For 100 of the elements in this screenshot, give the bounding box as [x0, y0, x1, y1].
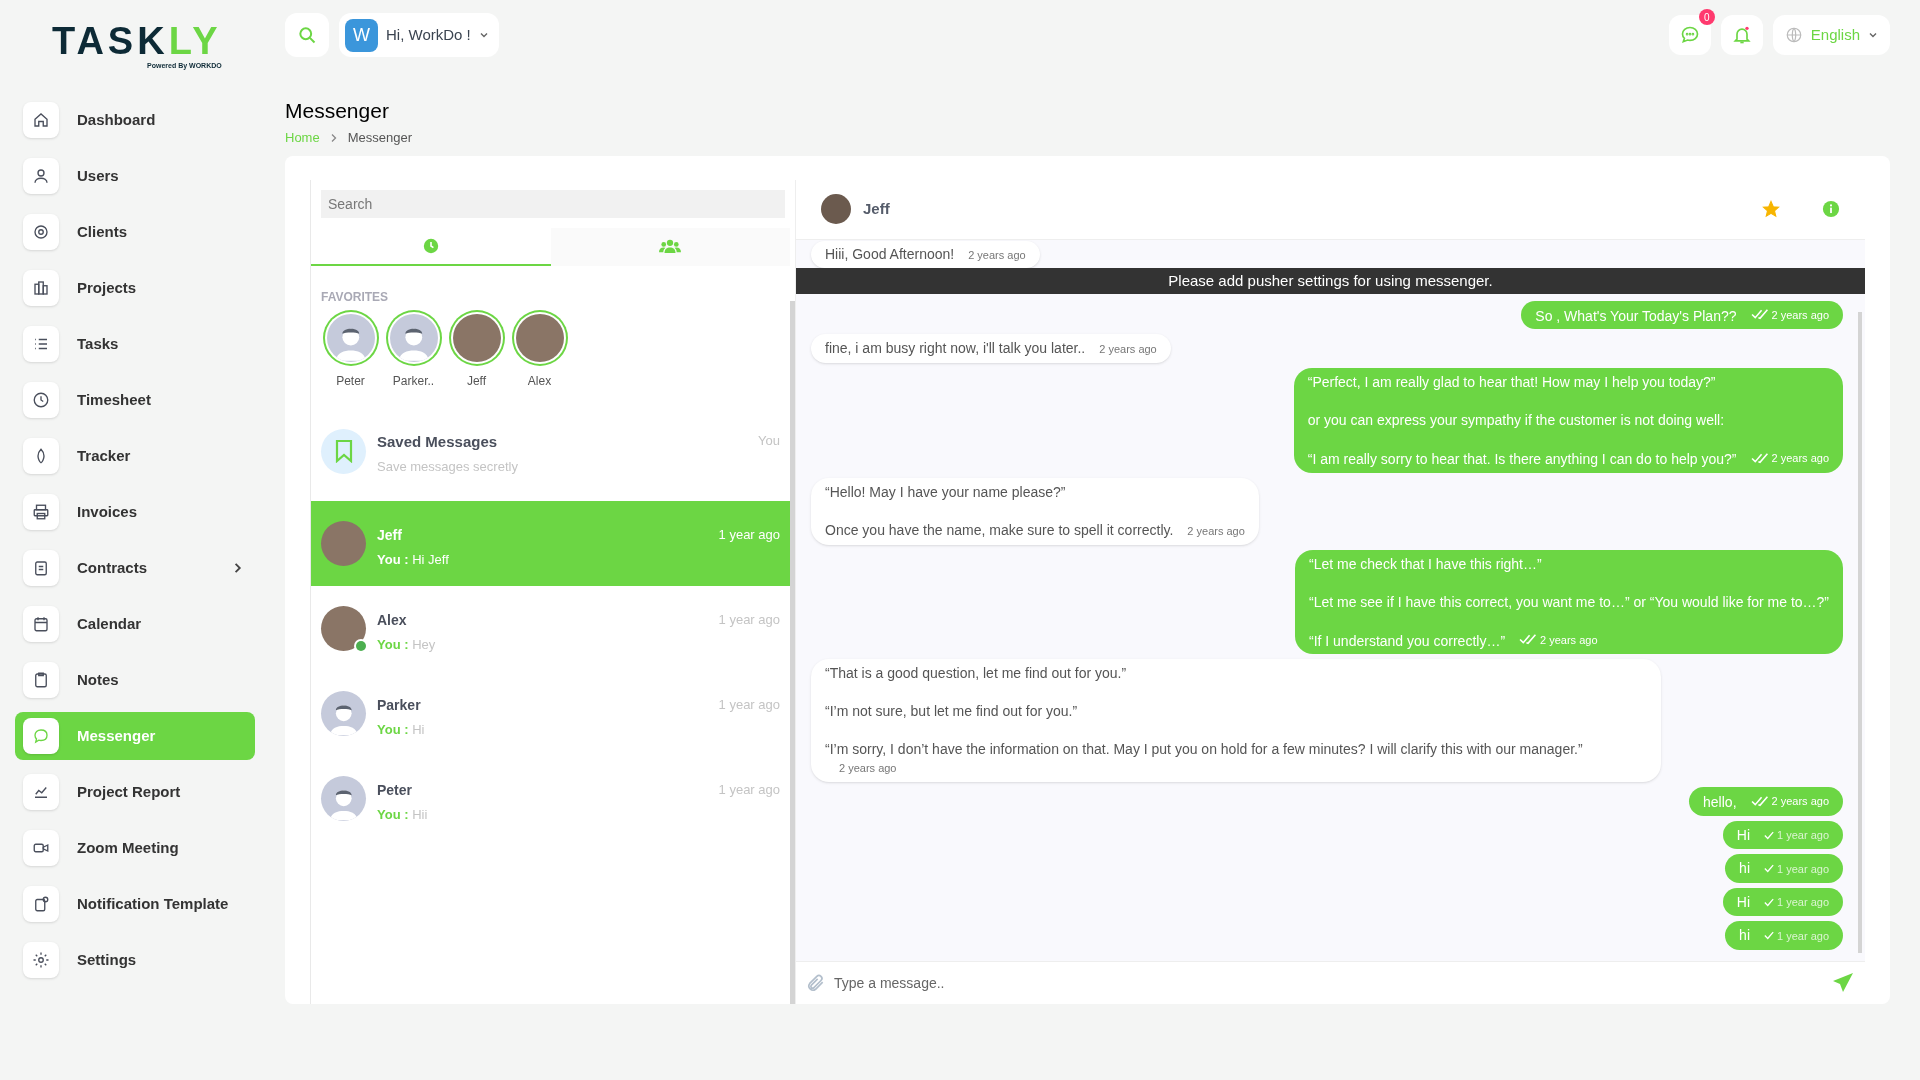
sent-message: Hi 1 year ago: [1722, 887, 1843, 917]
groups-tab[interactable]: [550, 227, 790, 266]
saved-messages-subtitle: Save messages secretly: [377, 458, 519, 477]
message-input[interactable]: Type a message..: [834, 967, 1823, 998]
sidebar-item[interactable]: Projects: [15, 264, 255, 312]
received-message: Hiii, Good Afternoon! 2 years ago: [811, 240, 1040, 268]
favorite-name[interactable]: Alex: [527, 371, 552, 390]
sidebar-item[interactable]: Notification Template: [15, 880, 255, 928]
paperclip-icon[interactable]: [806, 972, 826, 993]
document-icon: [23, 886, 59, 922]
info-icon[interactable]: [1822, 200, 1840, 219]
sent-message: hi 1 year ago: [1725, 921, 1843, 950]
bookmark-icon: [321, 428, 366, 474]
sent-message: “Perfect, I am really glad to hear that! How may I help you today?” or you can express your sympathy if the customer is not doing well: “I am really sorry to hear that. Is there anything I can do to help you?” 2 years ago: [1293, 368, 1843, 473]
notifications-button[interactable]: [1720, 15, 1763, 55]
star-icon[interactable]: [1762, 200, 1780, 219]
clipboard-icon: [23, 550, 59, 586]
notification-badge: 0: [1698, 9, 1715, 25]
chat-contact-name: Jeff: [863, 199, 891, 219]
people-icon: [659, 237, 682, 254]
sent-message: So , What's Your Today's Plan?? 2 years ago: [1521, 300, 1843, 330]
conversation-item[interactable]: Alex You : Hey 1 year ago: [311, 585, 790, 671]
message-time: 2 years ago: [839, 761, 897, 777]
saved-messages-label: You: [758, 431, 780, 450]
message-preview: You : Hey: [377, 635, 437, 654]
list-icon: [23, 326, 59, 362]
saved-messages-item[interactable]: Saved Messages Save messages secretly You: [311, 411, 790, 501]
video-camera-icon: [23, 830, 59, 866]
conversation-item[interactable]: Parker You : Hi 1 year ago: [311, 670, 790, 756]
search-button[interactable]: [285, 13, 329, 57]
sidebar-item[interactable]: Timesheet: [15, 376, 255, 424]
message-time: 1 year ago: [1777, 861, 1829, 877]
breadcrumb-current: Messenger: [347, 129, 412, 148]
sidebar-item[interactable]: Settings: [15, 936, 255, 984]
favorite-name[interactable]: Parker..: [392, 371, 435, 390]
saved-messages-title: Saved Messages: [377, 431, 499, 452]
message-time: 2 years ago: [1771, 307, 1829, 323]
favorites-heading: FAVORITES: [320, 288, 390, 306]
message-preview: You : Hi: [377, 720, 426, 739]
message-time: 1 year ago: [1777, 895, 1829, 911]
conversation-item[interactable]: Peter You : Hii 1 year ago: [311, 755, 790, 841]
message-time: 1 year ago: [1777, 828, 1829, 844]
received-message: fine, i am busy right now, i'll talk you later.. 2 years ago: [811, 334, 1171, 364]
sidebar-item[interactable]: Calendar: [15, 600, 255, 648]
message-time: 1 year ago: [718, 780, 780, 799]
search-icon: [297, 25, 317, 45]
message-time: 2 years ago: [1771, 794, 1829, 810]
sidebar-item[interactable]: Tasks: [15, 320, 255, 368]
sidebar-item[interactable]: Dashboard: [15, 96, 255, 144]
sent-message: hi 1 year ago: [1725, 854, 1843, 883]
favorite-name[interactable]: Peter: [336, 371, 365, 390]
sidebar-item[interactable]: Notes: [15, 656, 255, 704]
calendar-icon: [23, 606, 59, 642]
sent-message: hello, 2 years ago: [1689, 787, 1843, 816]
chevron-down-icon: [478, 30, 489, 40]
message-time: 1 year ago: [1777, 928, 1829, 944]
search-field[interactable]: Search: [321, 189, 785, 218]
sidebar-item[interactable]: Clients: [15, 208, 255, 256]
person-icon: [23, 158, 59, 194]
sidebar-item[interactable]: Tracker: [15, 432, 255, 480]
gear-icon: [23, 942, 59, 978]
sent-message: Hi 1 year ago: [1722, 820, 1843, 850]
sidebar-item[interactable]: Invoices: [15, 488, 255, 536]
chat-bubble-icon: [23, 718, 59, 754]
received-message: “That is a good question, let me find out for you.” “I’m not sure, but let me find out for you.” “I’m sorry, I don’t have the information on that. May I put you on hold for a few minutes? I will clarify this with our manager.” 2 years ago: [811, 659, 1661, 783]
message-time: 2 years ago: [968, 247, 1026, 263]
contact-photo-placeholder: [821, 194, 851, 225]
buildings-icon: [23, 270, 59, 306]
chat-bubble-icon: [1679, 25, 1700, 45]
message-time: 2 years ago: [1771, 451, 1829, 467]
contact-name: Peter: [377, 780, 414, 800]
message-preview: You : Hii: [377, 805, 429, 824]
message-time: 2 years ago: [1187, 523, 1245, 539]
sidebar-item[interactable]: Zoom Meeting: [15, 824, 255, 872]
clock-icon: [422, 237, 439, 254]
circles-icon: [23, 214, 59, 250]
warning-banner: Please add pusher settings for using messenger.: [796, 267, 1865, 294]
contact-name: Jeff: [377, 525, 403, 545]
chevron-right-icon: [329, 133, 338, 143]
message-preview: You : Hi Jeff: [377, 550, 450, 569]
printer-icon: [23, 494, 59, 530]
favorite-name[interactable]: Jeff: [466, 371, 487, 390]
user-menu[interactable]: W Hi, WorkDo !: [339, 13, 499, 57]
contact-name: Alex: [377, 610, 408, 630]
clipboard-icon: [23, 662, 59, 698]
sidebar-item[interactable]: Contracts: [15, 544, 255, 592]
globe-icon: [1784, 26, 1803, 44]
chevron-down-icon: [1868, 30, 1878, 40]
home-icon: [23, 102, 59, 138]
messages-button[interactable]: [1668, 15, 1711, 55]
sidebar-item[interactable]: Users: [15, 152, 255, 200]
message-time: 1 year ago: [718, 610, 780, 629]
sent-message: “Let me check that I have this right…” “Let me see if I have this correct, you want me to…” or “You would like for me to…?” “If I understand you correctly…” 2 years ago: [1294, 549, 1843, 655]
clock-icon: [23, 382, 59, 418]
user-avatar: W: [345, 18, 378, 52]
drop-icon: [23, 438, 59, 474]
contact-name: Parker: [377, 695, 422, 715]
message-time: 1 year ago: [718, 525, 780, 544]
message-time: 2 years ago: [1099, 342, 1157, 358]
sidebar-item[interactable]: Project Report: [15, 768, 255, 816]
